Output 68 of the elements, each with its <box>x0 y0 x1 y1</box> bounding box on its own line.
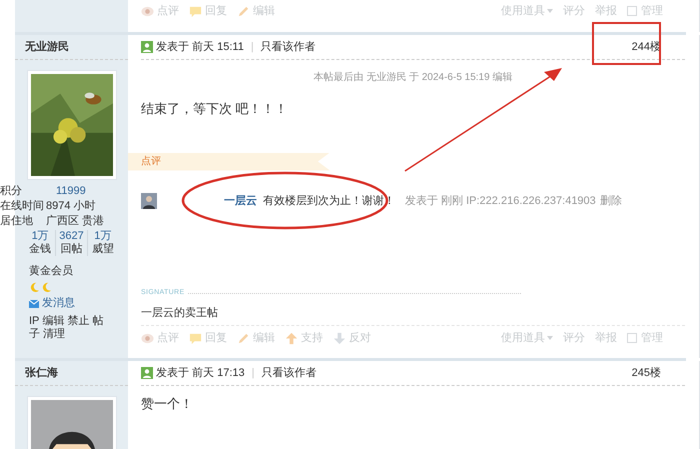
post-body: 结束了，等下次 吧！！！ <box>141 100 289 118</box>
action-link[interactable]: 评分 <box>563 330 585 346</box>
message-link[interactable]: 发消息 <box>42 296 75 311</box>
admin-links[interactable]: IP 编辑 禁止 帖子 清理 <box>29 315 109 341</box>
speech-bubble-icon <box>189 4 202 18</box>
eye-icon <box>141 332 154 344</box>
manage-label: 管理 <box>641 4 663 19</box>
eye-icon <box>141 4 154 18</box>
action-link[interactable]: 举报 <box>595 2 617 20</box>
comment-text: 有效楼层到次为止！谢谢！ <box>263 194 395 208</box>
delete-link[interactable]: 删除 <box>600 192 622 209</box>
up-arrow-icon <box>285 332 298 344</box>
author-name[interactable]: 张仁海 <box>25 364 58 382</box>
stat-label: 在线时间 <box>0 199 45 214</box>
commenter-avatar <box>141 192 157 209</box>
action-link[interactable]: 支持 <box>301 330 323 346</box>
moon-icon <box>41 282 52 293</box>
floor-number: 245楼 <box>632 366 661 381</box>
speech-bubble-icon <box>189 332 202 344</box>
envelope-icon <box>29 300 39 308</box>
action-link[interactable]: 编辑 <box>253 330 275 346</box>
pencil-icon <box>237 4 250 18</box>
down-arrow-icon <box>333 332 346 344</box>
commenter-name[interactable]: 一层云 <box>224 192 257 209</box>
stat-label: 居住地 <box>0 214 34 229</box>
user-icon <box>141 367 153 379</box>
stat-value: 广西区 贵港 <box>46 214 104 229</box>
action-link[interactable]: 反对 <box>349 330 371 346</box>
signature-text: 一层云的卖王帖 <box>141 304 685 326</box>
counter-value: 1万 <box>32 230 49 243</box>
post-time: 发表于 前天 17:13 <box>156 366 245 381</box>
action-link[interactable]: 点评 <box>157 330 179 346</box>
author-only-link[interactable]: 只看该作者 <box>260 38 316 56</box>
tools-menu[interactable]: 使用道具 <box>501 2 553 20</box>
action-link[interactable]: 编辑 <box>253 2 275 20</box>
stat-label: 积分 <box>0 184 23 199</box>
caret-icon <box>547 9 553 13</box>
review-banner: 点评 <box>128 152 330 170</box>
author-only-link[interactable]: 只看该作者 <box>262 364 316 382</box>
action-link[interactable]: 评分 <box>563 2 585 20</box>
tools-menu[interactable]: 使用道具 <box>501 330 553 346</box>
checkbox[interactable] <box>627 333 637 343</box>
stat-value: 11999 <box>55 184 86 199</box>
counter-label: 金钱 <box>29 243 52 256</box>
separator: | <box>252 366 254 381</box>
moon-icon <box>29 282 40 293</box>
author-name[interactable]: 无业游民 <box>25 38 69 56</box>
action-link[interactable]: 回复 <box>205 2 227 20</box>
edit-note: 本帖最后由 无业游民 于 2024-6-5 15:19 编辑 <box>312 70 514 85</box>
separator: | <box>250 40 254 55</box>
comment-meta: 发表于 刚刚 IP:222.216.226.237:41903 <box>405 194 596 208</box>
checkbox[interactable] <box>627 6 637 16</box>
user-icon <box>141 41 153 53</box>
manage-label: 管理 <box>641 330 663 346</box>
post-body: 赞一个！ <box>141 395 194 413</box>
stat-value: 8974 小时 <box>46 199 96 214</box>
caret-icon <box>547 336 553 340</box>
action-link[interactable]: 举报 <box>595 330 617 346</box>
member-group: 黄金会员 <box>29 265 73 277</box>
post-time: 发表于 前天 15:11 <box>156 40 244 55</box>
action-link[interactable]: 回复 <box>205 330 227 346</box>
action-link[interactable]: 点评 <box>157 2 179 20</box>
counter-label: 威望 <box>92 243 114 256</box>
pencil-icon <box>237 332 250 344</box>
highlight-rectangle <box>592 22 661 65</box>
counter-value: 3627 <box>59 230 84 243</box>
counter-value: 1万 <box>94 230 112 242</box>
counter-label: 回帖 <box>60 243 82 256</box>
